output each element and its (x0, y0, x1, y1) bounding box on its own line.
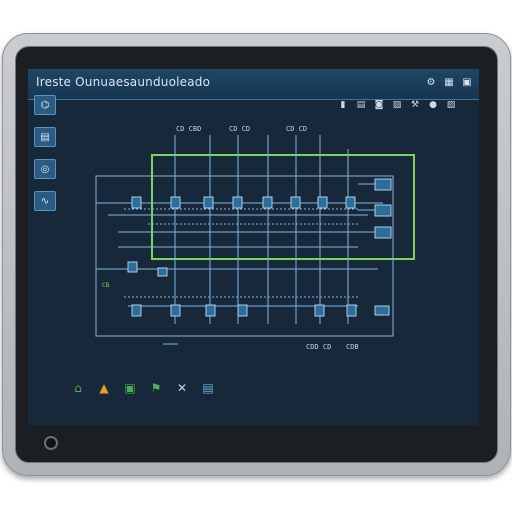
side-label: CB (102, 282, 110, 289)
power-button[interactable] (44, 436, 58, 450)
left-components: CB (102, 261, 168, 289)
module-icon[interactable]: ▣ (122, 380, 138, 396)
right-modules (358, 178, 392, 239)
component-row-bottom (131, 304, 390, 317)
flag-icon[interactable]: ⚑ (148, 380, 164, 396)
warning-icon[interactable]: ▲ (96, 380, 112, 396)
tools-icon[interactable]: ✕ (174, 380, 190, 396)
bottom-toolbar: ⌂ ▲ ▣ ⚑ ✕ ▤ (70, 380, 216, 396)
bottom-label: CDD CD (306, 343, 331, 351)
hmi-screen: Ireste Ounuaesaunduoleado ⚙ ▦ ▣ ▮ ▤ ◙ ▧ ⚒ ● ▨ ⌬ ▤… (28, 69, 479, 425)
clipboard-icon[interactable]: ▤ (200, 380, 216, 396)
branch-ticks (124, 208, 358, 298)
schematic-diagram: CD CBD CD CD CD CD CB CDD CD CDB (95, 125, 415, 351)
risers (174, 135, 349, 324)
bus-label: CD CD (229, 125, 250, 133)
home-icon[interactable]: ⌂ (70, 380, 86, 396)
bus-label: CD CBD (176, 125, 201, 133)
bottom-label: CDB (346, 343, 359, 351)
horizontal-buses (96, 202, 383, 307)
bus-label: CD CD (286, 125, 307, 133)
